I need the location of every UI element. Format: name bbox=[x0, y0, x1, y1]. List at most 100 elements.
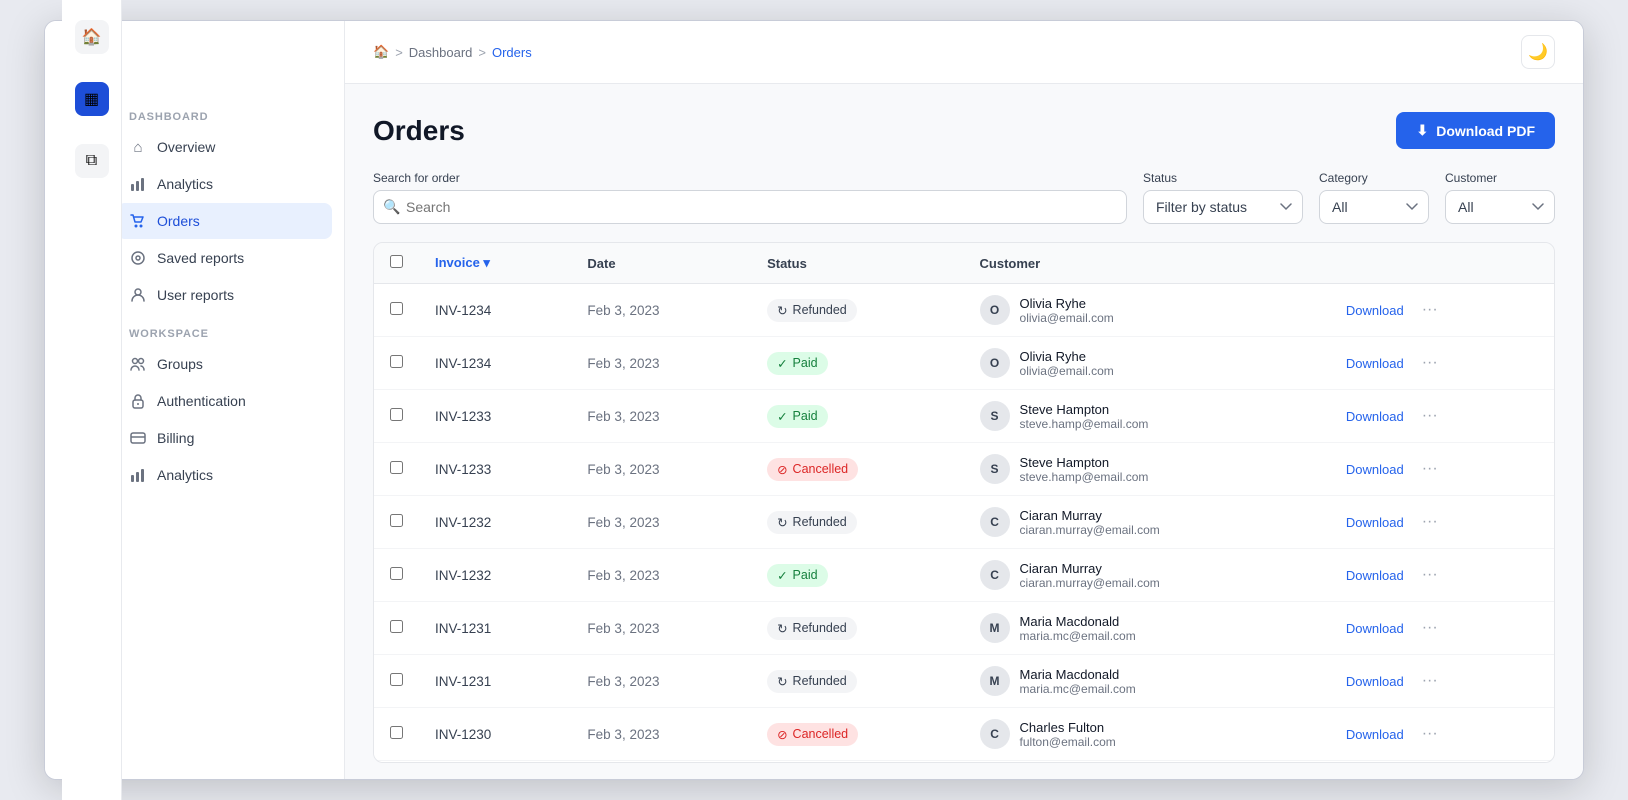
sidebar-item-billing[interactable]: Billing bbox=[117, 420, 332, 456]
customer-cell: S Steve Hampton steve.hamp@email.com bbox=[980, 454, 1314, 484]
actions-wrap: Download ··· bbox=[1346, 564, 1538, 586]
sidebar: MJ 🏠 ▦ ⧉ DASHBOARD Overview Analytics bbox=[45, 21, 345, 779]
row-checkbox[interactable] bbox=[390, 514, 403, 527]
td-status: ⊘Cancelled bbox=[751, 708, 963, 761]
customer-info: Steve Hampton steve.hamp@email.com bbox=[1020, 402, 1149, 431]
breadcrumb-sep2: > bbox=[478, 45, 486, 60]
th-invoice[interactable]: Invoice ▾ bbox=[419, 243, 571, 284]
dark-mode-toggle[interactable]: 🌙 bbox=[1521, 35, 1555, 69]
download-link[interactable]: Download bbox=[1346, 727, 1404, 742]
status-icon: ✓ bbox=[777, 568, 787, 583]
th-checkbox bbox=[374, 243, 419, 284]
row-checkbox[interactable] bbox=[390, 408, 403, 421]
invoice-sort-label[interactable]: Invoice ▾ bbox=[435, 255, 490, 270]
download-pdf-button[interactable]: ⬇ Download PDF bbox=[1396, 112, 1555, 149]
more-options-button[interactable]: ··· bbox=[1416, 458, 1444, 480]
sidebar-item-authentication[interactable]: Authentication bbox=[117, 383, 332, 419]
download-link[interactable]: Download bbox=[1346, 621, 1404, 636]
more-options-button[interactable]: ··· bbox=[1416, 617, 1444, 639]
td-actions: Download ··· bbox=[1330, 549, 1554, 602]
download-link[interactable]: Download bbox=[1346, 462, 1404, 477]
download-link[interactable]: Download bbox=[1346, 515, 1404, 530]
more-options-button[interactable]: ··· bbox=[1416, 405, 1444, 427]
td-customer: M Maria Macdonald maria.mc@email.com bbox=[964, 655, 1330, 708]
nav-icon-copy[interactable]: ⧉ bbox=[75, 144, 109, 178]
td-date: Feb 3, 2023 bbox=[571, 655, 751, 708]
td-customer: C Charles Fulton fulton@email.com bbox=[964, 708, 1330, 761]
avatar: M bbox=[980, 666, 1010, 696]
customer-info: Steve Hampton steve.hamp@email.com bbox=[1020, 455, 1149, 484]
search-input[interactable] bbox=[373, 190, 1127, 224]
td-status: ↻Refunded bbox=[751, 496, 963, 549]
sidebar-item-saved-label: Saved reports bbox=[157, 250, 244, 266]
row-checkbox[interactable] bbox=[390, 620, 403, 633]
select-all-checkbox[interactable] bbox=[390, 255, 403, 268]
row-checkbox[interactable] bbox=[390, 355, 403, 368]
download-link[interactable]: Download bbox=[1346, 409, 1404, 424]
download-link[interactable]: Download bbox=[1346, 568, 1404, 583]
groups-icon bbox=[129, 355, 147, 373]
more-options-button[interactable]: ··· bbox=[1416, 511, 1444, 533]
download-link[interactable]: Download bbox=[1346, 674, 1404, 689]
sidebar-item-user-reports-label: User reports bbox=[157, 287, 234, 303]
main-content: 🏠 > Dashboard > Orders 🌙 Orders ⬇ Downlo… bbox=[345, 21, 1583, 779]
more-options-button[interactable]: ··· bbox=[1416, 723, 1444, 745]
td-checkbox bbox=[374, 602, 419, 655]
customer-info: Ciaran Murray ciaran.murray@email.com bbox=[1020, 561, 1160, 590]
breadcrumb-dashboard-link[interactable]: Dashboard bbox=[409, 45, 473, 60]
more-options-button[interactable]: ··· bbox=[1416, 670, 1444, 692]
nav-icon-analytics[interactable]: ▦ bbox=[75, 82, 109, 116]
status-icon: ↻ bbox=[777, 674, 787, 689]
row-checkbox[interactable] bbox=[390, 461, 403, 474]
row-checkbox[interactable] bbox=[390, 567, 403, 580]
sidebar-nav: DASHBOARD Overview Analytics Orders bbox=[105, 97, 344, 779]
customer-cell: O Olivia Ryhe olivia@email.com bbox=[980, 295, 1314, 325]
nav-icon-home[interactable]: 🏠 bbox=[75, 20, 109, 54]
td-actions: Download ··· bbox=[1330, 708, 1554, 761]
download-link[interactable]: Download bbox=[1346, 356, 1404, 371]
td-date: Feb 3, 2023 bbox=[571, 761, 751, 764]
customer-cell: M Maria Macdonald maria.mc@email.com bbox=[980, 613, 1314, 643]
sidebar-item-groups[interactable]: Groups bbox=[117, 346, 332, 382]
sidebar-item-analytics[interactable]: Analytics bbox=[117, 166, 332, 202]
sidebar-item-ws-analytics[interactable]: Analytics bbox=[117, 457, 332, 493]
more-options-button[interactable]: ··· bbox=[1416, 299, 1444, 321]
td-invoice: INV-1230 bbox=[419, 761, 571, 764]
status-badge: ↻Refunded bbox=[767, 511, 857, 534]
more-options-button[interactable]: ··· bbox=[1416, 352, 1444, 374]
td-status: ✓Paid bbox=[751, 337, 963, 390]
row-checkbox[interactable] bbox=[390, 302, 403, 315]
td-actions: Download ··· bbox=[1330, 443, 1554, 496]
sidebar-item-saved-reports[interactable]: Saved reports bbox=[117, 240, 332, 276]
avatar: C bbox=[980, 507, 1010, 537]
breadcrumb-home-icon[interactable]: 🏠 bbox=[373, 44, 389, 60]
customer-name: Steve Hampton bbox=[1020, 402, 1149, 417]
status-badge: ↻Refunded bbox=[767, 670, 857, 693]
customer-name: Charles Fulton bbox=[1020, 720, 1116, 735]
customer-email: maria.mc@email.com bbox=[1020, 629, 1136, 643]
sidebar-item-auth-label: Authentication bbox=[157, 393, 246, 409]
sidebar-item-user-reports[interactable]: User reports bbox=[117, 277, 332, 313]
customer-select[interactable]: All bbox=[1445, 190, 1555, 224]
table-row: INV-1233 Feb 3, 2023 ✓Paid S Steve Hampt… bbox=[374, 390, 1554, 443]
sidebar-item-overview[interactable]: Overview bbox=[117, 129, 332, 165]
table-row: INV-1231 Feb 3, 2023 ↻Refunded M Maria M… bbox=[374, 602, 1554, 655]
td-customer: M Maria Macdonald maria.mc@email.com bbox=[964, 602, 1330, 655]
status-badge: ✓Paid bbox=[767, 405, 828, 428]
sidebar-item-orders[interactable]: Orders bbox=[117, 203, 332, 239]
more-options-button[interactable]: ··· bbox=[1416, 564, 1444, 586]
category-select[interactable]: All bbox=[1319, 190, 1429, 224]
home-icon bbox=[129, 138, 147, 156]
td-date: Feb 3, 2023 bbox=[571, 443, 751, 496]
td-invoice: INV-1234 bbox=[419, 337, 571, 390]
table-row: INV-1232 Feb 3, 2023 ✓Paid C Ciaran Murr… bbox=[374, 549, 1554, 602]
download-link[interactable]: Download bbox=[1346, 303, 1404, 318]
avatar: S bbox=[980, 401, 1010, 431]
customer-email: olivia@email.com bbox=[1020, 311, 1114, 325]
td-date: Feb 3, 2023 bbox=[571, 708, 751, 761]
td-customer: O Olivia Ryhe olivia@email.com bbox=[964, 284, 1330, 337]
avatar: O bbox=[980, 295, 1010, 325]
status-select[interactable]: Filter by status Paid Refunded Cancelled bbox=[1143, 190, 1303, 224]
row-checkbox[interactable] bbox=[390, 726, 403, 739]
row-checkbox[interactable] bbox=[390, 673, 403, 686]
